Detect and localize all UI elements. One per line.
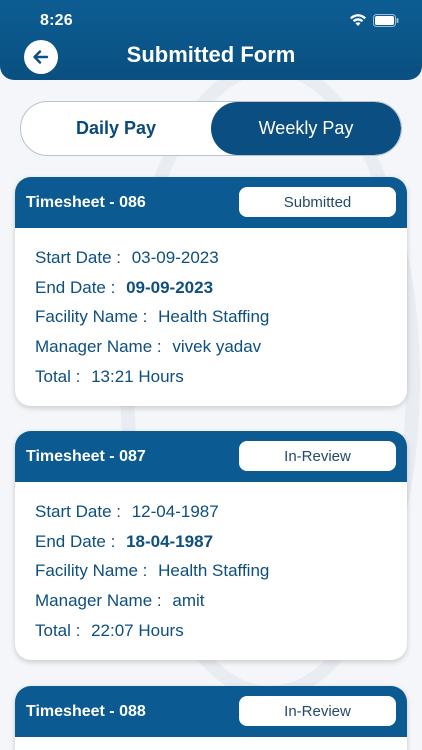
timesheet-title: Timesheet - 086 [26, 194, 146, 211]
total-value: 13:21 Hours [91, 366, 184, 386]
start-date-row: Start Date : 03-09-2023 [35, 248, 407, 278]
battery-icon [373, 14, 399, 32]
status-badge: In-Review [239, 696, 396, 726]
end-date-value: 18-04-1987 [126, 531, 214, 551]
timesheet-card-header: Timesheet - 087 In-Review [15, 431, 407, 482]
start-date-value: 12-04-1987 [131, 502, 219, 521]
timesheet-details: Start Date : 12-04-1987 End Date : 18-04… [15, 482, 407, 650]
manager-label: Manager Name : [35, 591, 162, 611]
timesheet-card[interactable]: Timesheet - 086 Submitted Start Date : 0… [15, 177, 407, 406]
timesheet-details: Start Date : 03-09-2023 End Date : 09-09… [15, 228, 407, 396]
status-badge: Submitted [239, 187, 396, 217]
total-value: 22:07 Hours [91, 620, 184, 640]
facility-value: Health Staffing [158, 307, 270, 327]
facility-row: Facility Name : Health Staffing [35, 307, 407, 337]
manager-row: Manager Name : amit [35, 591, 407, 621]
manager-value: amit [172, 591, 205, 611]
status-bar: 8:26 [0, 10, 422, 34]
timesheet-title: Timesheet - 088 [26, 703, 146, 720]
wifi-icon [349, 13, 367, 32]
timesheet-card[interactable]: Timesheet - 088 In-Review [15, 686, 407, 750]
end-date-value: 09-09-2023 [126, 277, 214, 297]
page-title: Submitted Form [126, 42, 296, 67]
manager-value: vivek yadav [172, 337, 262, 357]
start-date-row: Start Date : 12-04-1987 [35, 502, 407, 532]
end-date-row: End Date : 18-04-1987 [35, 532, 407, 562]
facility-value: Health Staffing [158, 561, 270, 581]
timesheet-card-header: Timesheet - 086 Submitted [15, 177, 407, 228]
facility-label: Facility Name : [35, 561, 148, 581]
total-label: Total : [35, 366, 81, 386]
manager-label: Manager Name : [35, 337, 162, 357]
end-date-row: End Date : 09-09-2023 [35, 278, 407, 308]
status-badge: In-Review [239, 441, 396, 471]
timesheet-title: Timesheet - 087 [26, 448, 146, 465]
status-time: 8:26 [40, 12, 73, 29]
facility-row: Facility Name : Health Staffing [35, 561, 407, 591]
timesheet-card[interactable]: Timesheet - 087 In-Review Start Date : 1… [15, 431, 407, 660]
pay-type-toggle: Daily Pay Weekly Pay [20, 101, 402, 156]
end-date-label: End Date : [35, 277, 116, 297]
facility-label: Facility Name : [35, 307, 148, 327]
tab-daily-pay[interactable]: Daily Pay [21, 102, 211, 155]
total-row: Total : 22:07 Hours [35, 621, 407, 651]
timesheet-card-header: Timesheet - 088 In-Review [15, 686, 407, 737]
total-label: Total : [35, 620, 81, 640]
app-header: 8:26 Submitted Form [0, 0, 422, 80]
end-date-label: End Date : [35, 531, 116, 551]
tab-weekly-pay[interactable]: Weekly Pay [211, 102, 401, 155]
manager-row: Manager Name : vivek yadav [35, 337, 407, 367]
total-row: Total : 13:21 Hours [35, 367, 407, 397]
start-date-value: 03-09-2023 [131, 248, 219, 267]
start-date-label: Start Date : [35, 248, 121, 267]
start-date-label: Start Date : [35, 502, 121, 521]
